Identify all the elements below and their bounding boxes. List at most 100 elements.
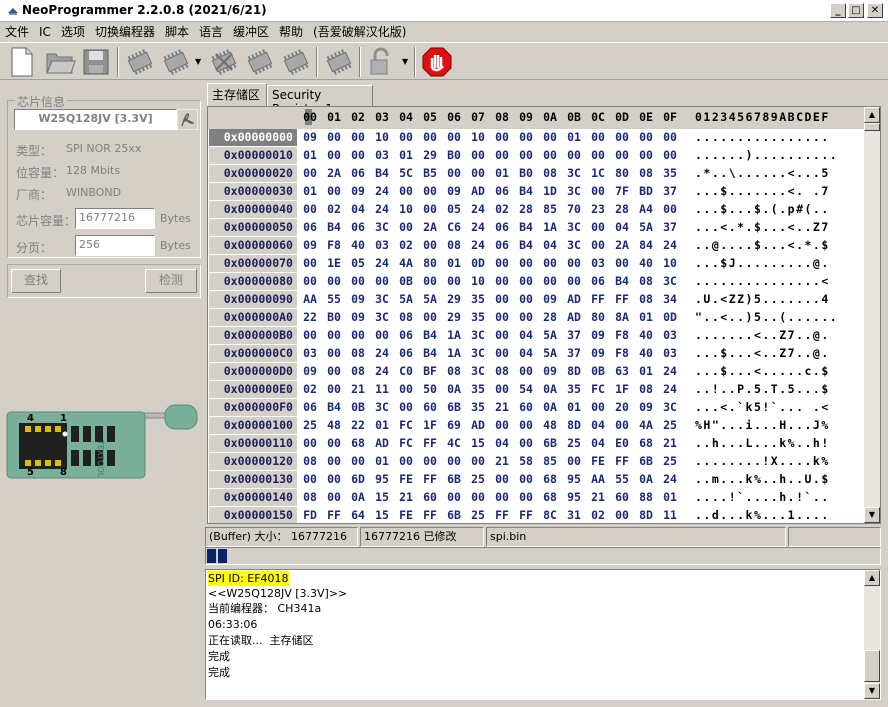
hex-byte[interactable]: F8 bbox=[610, 327, 634, 344]
hex-byte[interactable]: 02 bbox=[490, 201, 514, 218]
hex-byte[interactable]: 24 bbox=[466, 237, 490, 254]
hex-row-ascii[interactable]: ...$...<.....c.$ bbox=[695, 363, 830, 380]
hex-byte[interactable]: 00 bbox=[514, 291, 538, 308]
hex-byte[interactable]: 00 bbox=[514, 147, 538, 164]
hex-byte[interactable]: 10 bbox=[658, 255, 682, 272]
hex-byte[interactable]: 00 bbox=[418, 273, 442, 290]
hex-byte[interactable]: 00 bbox=[370, 273, 394, 290]
hex-byte[interactable]: 48 bbox=[538, 417, 562, 434]
hex-byte[interactable]: 00 bbox=[586, 237, 610, 254]
hex-byte[interactable]: 55 bbox=[322, 291, 346, 308]
hex-byte[interactable]: 5A bbox=[538, 345, 562, 362]
hex-byte[interactable]: 09 bbox=[634, 399, 658, 416]
hex-byte[interactable]: 08 bbox=[298, 453, 322, 470]
hex-byte[interactable]: 00 bbox=[322, 435, 346, 452]
hex-byte[interactable]: FE bbox=[586, 453, 610, 470]
hex-byte[interactable]: 0B bbox=[346, 399, 370, 416]
hex-byte[interactable]: 04 bbox=[514, 327, 538, 344]
hex-byte[interactable]: 0A bbox=[346, 489, 370, 506]
hex-byte[interactable]: 25 bbox=[562, 435, 586, 452]
hex-byte[interactable]: 00 bbox=[394, 219, 418, 236]
lock-icon[interactable] bbox=[365, 46, 397, 78]
hex-byte[interactable]: 28 bbox=[610, 201, 634, 218]
hex-byte[interactable]: 21 bbox=[586, 489, 610, 506]
hex-byte[interactable]: 00 bbox=[442, 129, 466, 146]
chevron-down-icon[interactable]: ▼ bbox=[402, 57, 408, 66]
hex-byte[interactable]: 3C bbox=[370, 399, 394, 416]
hex-byte[interactable]: 24 bbox=[370, 363, 394, 380]
hex-byte[interactable]: 06 bbox=[346, 219, 370, 236]
hex-byte[interactable]: 4C bbox=[442, 435, 466, 452]
hex-byte[interactable]: 0A bbox=[538, 381, 562, 398]
read-chip-icon[interactable] bbox=[124, 46, 156, 78]
hex-byte[interactable]: 00 bbox=[490, 309, 514, 326]
hex-row-ascii[interactable]: ...<.`k5!`... .< bbox=[695, 399, 830, 416]
hex-byte[interactable]: 00 bbox=[634, 147, 658, 164]
hex-byte[interactable]: 22 bbox=[298, 309, 322, 326]
hex-byte[interactable]: 35 bbox=[658, 165, 682, 182]
hex-byte[interactable]: FF bbox=[490, 507, 514, 523]
hex-byte[interactable]: 01 bbox=[370, 453, 394, 470]
hex-byte[interactable]: 3C bbox=[370, 309, 394, 326]
hex-row[interactable]: 0x00000130 00 00 6D 95 FE FF 6B 25 00 00 68 95 AA 55 0A… bbox=[208, 471, 864, 489]
write-chip-icon[interactable] bbox=[160, 46, 192, 78]
hex-byte[interactable]: 0B bbox=[586, 363, 610, 380]
hex-byte[interactable]: 25 bbox=[658, 453, 682, 470]
hex-byte[interactable]: 25 bbox=[658, 417, 682, 434]
menu-switch-programmer[interactable]: 切换编程器 bbox=[90, 22, 160, 40]
hex-byte[interactable]: 00 bbox=[394, 399, 418, 416]
hex-byte[interactable]: 00 bbox=[466, 147, 490, 164]
hex-byte[interactable]: 00 bbox=[466, 453, 490, 470]
scroll-down-icon[interactable]: ▼ bbox=[864, 507, 880, 523]
hex-row[interactable]: 0x00000090 AA 55 09 3C 5A 5A 29 35 00 00 09 AD FF FF 08… bbox=[208, 291, 864, 309]
hex-byte[interactable]: 1C bbox=[586, 165, 610, 182]
hex-byte[interactable]: 95 bbox=[562, 489, 586, 506]
hex-row-ascii[interactable]: ...<.*.$...<..Z7 bbox=[695, 219, 830, 236]
hex-row-ascii[interactable]: ...............< bbox=[695, 273, 830, 290]
hex-row[interactable]: 0x000000A0 22 B0 09 3C 08 00 29 35 00 00 28 AD 80 8A 01… bbox=[208, 309, 864, 327]
hex-byte[interactable]: 10 bbox=[394, 201, 418, 218]
hex-byte[interactable]: 3C bbox=[370, 291, 394, 308]
hex-byte[interactable]: 06 bbox=[394, 345, 418, 362]
hex-byte[interactable]: 00 bbox=[442, 165, 466, 182]
hex-byte[interactable]: 24 bbox=[466, 201, 490, 218]
hex-byte[interactable]: 04 bbox=[346, 201, 370, 218]
hex-byte[interactable]: 00 bbox=[466, 165, 490, 182]
hex-byte[interactable]: 00 bbox=[322, 183, 346, 200]
hex-row-ascii[interactable]: .*..\......<...5 bbox=[695, 165, 830, 182]
hex-row[interactable]: 0x00000140 08 00 0A 15 21 60 00 00 00 00 68 95 21 60 88… bbox=[208, 489, 864, 507]
hex-byte[interactable]: 95 bbox=[562, 471, 586, 488]
hex-byte[interactable]: 02 bbox=[394, 237, 418, 254]
hex-row-ascii[interactable]: ..h...L...k%..h! bbox=[695, 435, 830, 452]
log-scrollbar[interactable]: ▲ ▼ bbox=[864, 570, 880, 699]
hex-byte[interactable]: 6B bbox=[442, 507, 466, 523]
hex-byte[interactable]: E0 bbox=[610, 435, 634, 452]
hex-byte[interactable]: 00 bbox=[610, 507, 634, 523]
hex-byte[interactable]: 00 bbox=[562, 147, 586, 164]
hex-byte[interactable]: 2A bbox=[610, 237, 634, 254]
scroll-thumb[interactable] bbox=[864, 650, 880, 682]
hex-byte[interactable]: 00 bbox=[490, 471, 514, 488]
stop-icon[interactable] bbox=[421, 46, 453, 78]
hex-byte[interactable]: FC bbox=[394, 417, 418, 434]
menu-ic[interactable]: IC bbox=[34, 24, 56, 42]
hex-byte[interactable]: 28 bbox=[538, 309, 562, 326]
hex-byte[interactable]: 00 bbox=[562, 453, 586, 470]
hex-byte[interactable]: 80 bbox=[418, 255, 442, 272]
hex-byte[interactable]: 00 bbox=[514, 309, 538, 326]
hex-byte[interactable]: 25 bbox=[466, 471, 490, 488]
scroll-up-icon[interactable]: ▲ bbox=[864, 107, 880, 123]
hex-byte[interactable]: 10 bbox=[466, 273, 490, 290]
save-icon[interactable] bbox=[80, 46, 112, 78]
hex-byte[interactable]: 68 bbox=[538, 471, 562, 488]
hex-byte[interactable]: 24 bbox=[658, 381, 682, 398]
hex-byte[interactable]: 58 bbox=[514, 453, 538, 470]
hex-byte[interactable]: 1E bbox=[322, 255, 346, 272]
hex-byte[interactable]: AD bbox=[466, 183, 490, 200]
hex-byte[interactable]: 63 bbox=[610, 363, 634, 380]
hex-byte[interactable]: 04 bbox=[586, 417, 610, 434]
hex-byte[interactable]: 8D bbox=[634, 507, 658, 523]
hex-byte[interactable]: 00 bbox=[490, 327, 514, 344]
hex-byte[interactable]: 8D bbox=[562, 363, 586, 380]
hex-byte[interactable]: 00 bbox=[586, 129, 610, 146]
